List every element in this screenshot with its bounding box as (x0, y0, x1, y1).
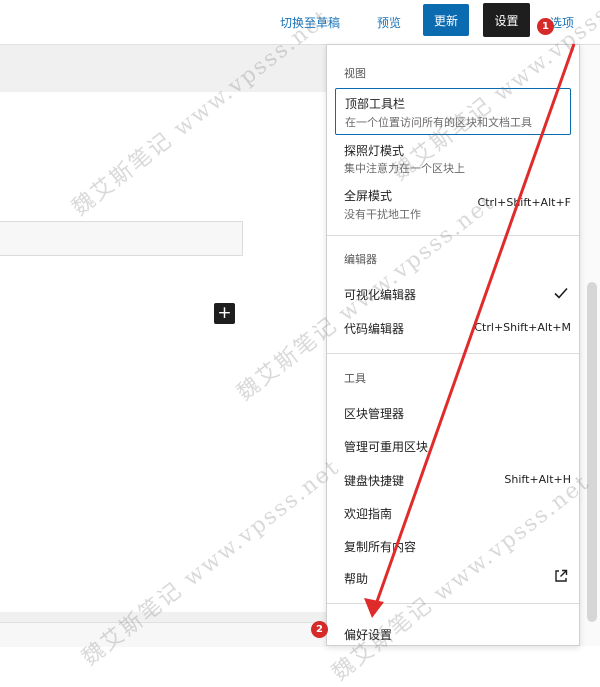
preview-button[interactable]: 预览 (377, 14, 401, 31)
menu-item-label: 偏好设置 (344, 628, 393, 642)
check-icon (554, 287, 568, 299)
menu-item-welcome-guide[interactable]: 欢迎指南 (335, 500, 571, 524)
menu-item-visual-editor[interactable]: 可视化编辑器 (335, 281, 571, 305)
menu-divider (327, 603, 579, 604)
menu-item-description: 没有干扰地工作 (344, 208, 421, 221)
annotation-badge-1: 1 (537, 18, 554, 35)
menu-item-label: 全屏模式 (344, 189, 393, 203)
settings-button[interactable]: 设置 (483, 3, 530, 37)
scrollbar[interactable] (587, 282, 597, 622)
external-link-icon (555, 569, 568, 582)
menu-item-label: 复制所有内容 (344, 540, 417, 554)
menu-item-label: 可视化编辑器 (344, 288, 417, 302)
menu-item-label: 管理可重用区块 (344, 440, 429, 454)
menu-item-label: 代码编辑器 (344, 322, 405, 336)
menu-item-shortcut: Ctrl+Shift+Alt+F (477, 196, 571, 209)
editor-footer (0, 622, 326, 647)
menu-item-code-editor[interactable]: 代码编辑器 Ctrl+Shift+Alt+M (335, 315, 571, 339)
menu-item-label: 键盘快捷键 (344, 474, 405, 488)
menu-item-keyboard-shortcuts[interactable]: 键盘快捷键 Shift+Alt+H (335, 467, 571, 491)
menu-item-preferences[interactable]: 偏好设置 (335, 621, 571, 645)
options-menu: 视图 顶部工具栏 在一个位置访问所有的区块和文档工具 探照灯模式 集中注意力在一… (326, 44, 580, 646)
menu-item-manage-reusable-blocks[interactable]: 管理可重用区块 (335, 433, 571, 457)
editor-canvas[interactable] (0, 92, 326, 612)
menu-item-block-manager[interactable]: 区块管理器 (335, 400, 571, 424)
menu-item-spotlight-mode[interactable]: 探照灯模式 集中注意力在一个区块上 (335, 138, 571, 178)
menu-item-label: 区块管理器 (344, 407, 405, 421)
menu-item-help[interactable]: 帮助 (335, 565, 571, 589)
title-block[interactable] (0, 221, 243, 256)
block-inserter-button[interactable]: + (214, 303, 235, 324)
menu-divider (327, 353, 579, 354)
menu-item-label: 欢迎指南 (344, 507, 393, 521)
tools-group-heading: 工具 (344, 372, 366, 385)
menu-item-fullscreen-mode[interactable]: 全屏模式 没有干扰地工作 Ctrl+Shift+Alt+F (335, 183, 571, 223)
plus-icon: + (217, 303, 232, 323)
menu-item-label: 帮助 (344, 572, 369, 586)
menu-item-label: 顶部工具栏 (345, 97, 406, 111)
editor-group-heading: 编辑器 (344, 253, 377, 266)
menu-item-description: 集中注意力在一个区块上 (344, 162, 465, 175)
update-button[interactable]: 更新 (423, 4, 469, 36)
menu-item-shortcut: Shift+Alt+H (504, 473, 571, 486)
switch-to-draft-button[interactable]: 切换至草稿 (280, 14, 340, 31)
menu-item-label: 探照灯模式 (344, 144, 405, 158)
annotation-badge-2: 2 (311, 621, 328, 638)
menu-item-description: 在一个位置访问所有的区块和文档工具 (345, 116, 532, 129)
view-group-heading: 视图 (344, 67, 366, 80)
editor-header: 切换至草稿 预览 更新 设置 选项 (0, 0, 600, 45)
menu-item-shortcut: Ctrl+Shift+Alt+M (474, 321, 571, 334)
menu-item-copy-all-content[interactable]: 复制所有内容 (335, 533, 571, 557)
menu-divider (327, 235, 579, 236)
menu-item-top-toolbar[interactable]: 顶部工具栏 在一个位置访问所有的区块和文档工具 (335, 88, 571, 135)
